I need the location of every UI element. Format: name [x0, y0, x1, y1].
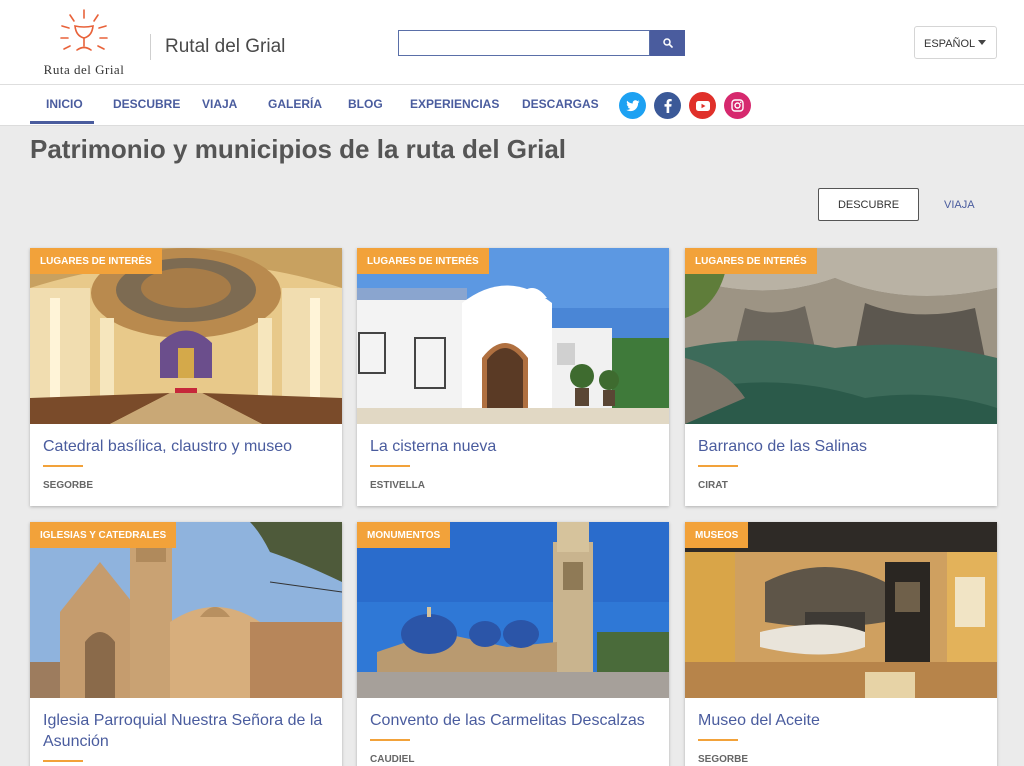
nav-active-indicator [30, 121, 94, 124]
header-divider [150, 34, 151, 60]
facebook-icon [664, 98, 672, 113]
card-title[interactable]: Barranco de las Salinas [698, 436, 988, 457]
card-title[interactable]: Museo del Aceite [698, 710, 988, 731]
card-convento[interactable]: MONUMENTOS Convento de las Carmelitas De… [357, 522, 669, 766]
card-badge: LUGARES DE INTERÉS [30, 248, 162, 274]
nav-item-galeria[interactable]: GALERÍA [268, 97, 322, 111]
filter-descubre-button[interactable]: DESCUBRE [818, 188, 919, 221]
instagram-icon [731, 99, 744, 112]
card-museo-aceite[interactable]: MUSEOS Museo del Aceite SEGORBE [685, 522, 997, 766]
youtube-link[interactable] [689, 92, 716, 119]
card-title[interactable]: Iglesia Parroquial Nuestra Señora de la … [43, 710, 333, 752]
nav-item-viaja[interactable]: VIAJA [202, 97, 237, 111]
card-divider [43, 465, 83, 467]
card-catedral[interactable]: LUGARES DE INTERÉS Catedral basílica, cl… [30, 248, 342, 506]
card-image [357, 248, 669, 424]
search-icon [662, 38, 673, 48]
main-nav: INICIO DESCUBRE VIAJA GALERÍA BLOG EXPER… [0, 85, 1024, 126]
filter-viaja-link[interactable]: VIAJA [944, 199, 975, 211]
language-label: ESPAÑOL [924, 38, 976, 50]
facebook-link[interactable] [654, 92, 681, 119]
card-title[interactable]: Catedral basílica, claustro y museo [43, 436, 333, 457]
card-divider [370, 465, 410, 467]
page-title: Patrimonio y municipios de la ruta del G… [30, 134, 567, 164]
search-button[interactable] [650, 30, 685, 56]
card-divider [698, 465, 738, 467]
nav-item-descargas[interactable]: DESCARGAS [522, 97, 599, 111]
site-header: Ruta del Grial Rutal del Grial ESPAÑOL [0, 0, 1024, 85]
card-badge: LUGARES DE INTERÉS [357, 248, 489, 274]
card-badge: MONUMENTOS [357, 522, 451, 548]
card-iglesia[interactable]: IGLESIAS Y CATEDRALES Iglesia Parroquial… [30, 522, 342, 766]
search-input[interactable] [398, 30, 650, 56]
card-divider [370, 739, 410, 741]
nav-item-inicio[interactable]: INICIO [46, 97, 83, 111]
card-badge: MUSEOS [685, 522, 749, 548]
nav-item-experiencias[interactable]: EXPERIENCIAS [410, 97, 499, 111]
grail-logo-icon [60, 9, 108, 51]
site-logo[interactable]: Ruta del Grial [28, 8, 140, 78]
card-town: CAUDIEL [370, 754, 415, 765]
card-town: SEGORBE [43, 480, 94, 491]
youtube-icon [695, 100, 710, 111]
language-select[interactable]: ESPAÑOL [914, 26, 997, 59]
card-title[interactable]: La cisterna nueva [370, 436, 660, 457]
chevron-down-icon [978, 40, 986, 45]
card-badge: IGLESIAS Y CATEDRALES [30, 522, 177, 548]
card-barranco[interactable]: LUGARES DE INTERÉS Barranco de las Salin… [685, 248, 997, 506]
instagram-link[interactable] [724, 92, 751, 119]
card-divider [698, 739, 738, 741]
card-town: CIRAT [698, 480, 728, 491]
card-divider [43, 760, 83, 762]
twitter-icon [625, 99, 639, 111]
site-title: Rutal del Grial [165, 36, 286, 57]
twitter-link[interactable] [619, 92, 646, 119]
card-image [357, 522, 669, 698]
nav-item-blog[interactable]: BLOG [348, 97, 383, 111]
card-town: SEGORBE [698, 754, 749, 765]
card-image [30, 248, 342, 424]
card-cisterna[interactable]: LUGARES DE INTERÉS La cisterna nueva EST… [357, 248, 669, 506]
card-title[interactable]: Convento de las Carmelitas Descalzas [370, 710, 660, 731]
card-image [685, 248, 997, 424]
card-town: ESTIVELLA [370, 480, 426, 491]
card-image [685, 522, 997, 698]
card-image [30, 522, 342, 698]
nav-item-descubre[interactable]: DESCUBRE [113, 97, 180, 111]
logo-text: Ruta del Grial [43, 62, 125, 77]
card-badge: LUGARES DE INTERÉS [685, 248, 817, 274]
